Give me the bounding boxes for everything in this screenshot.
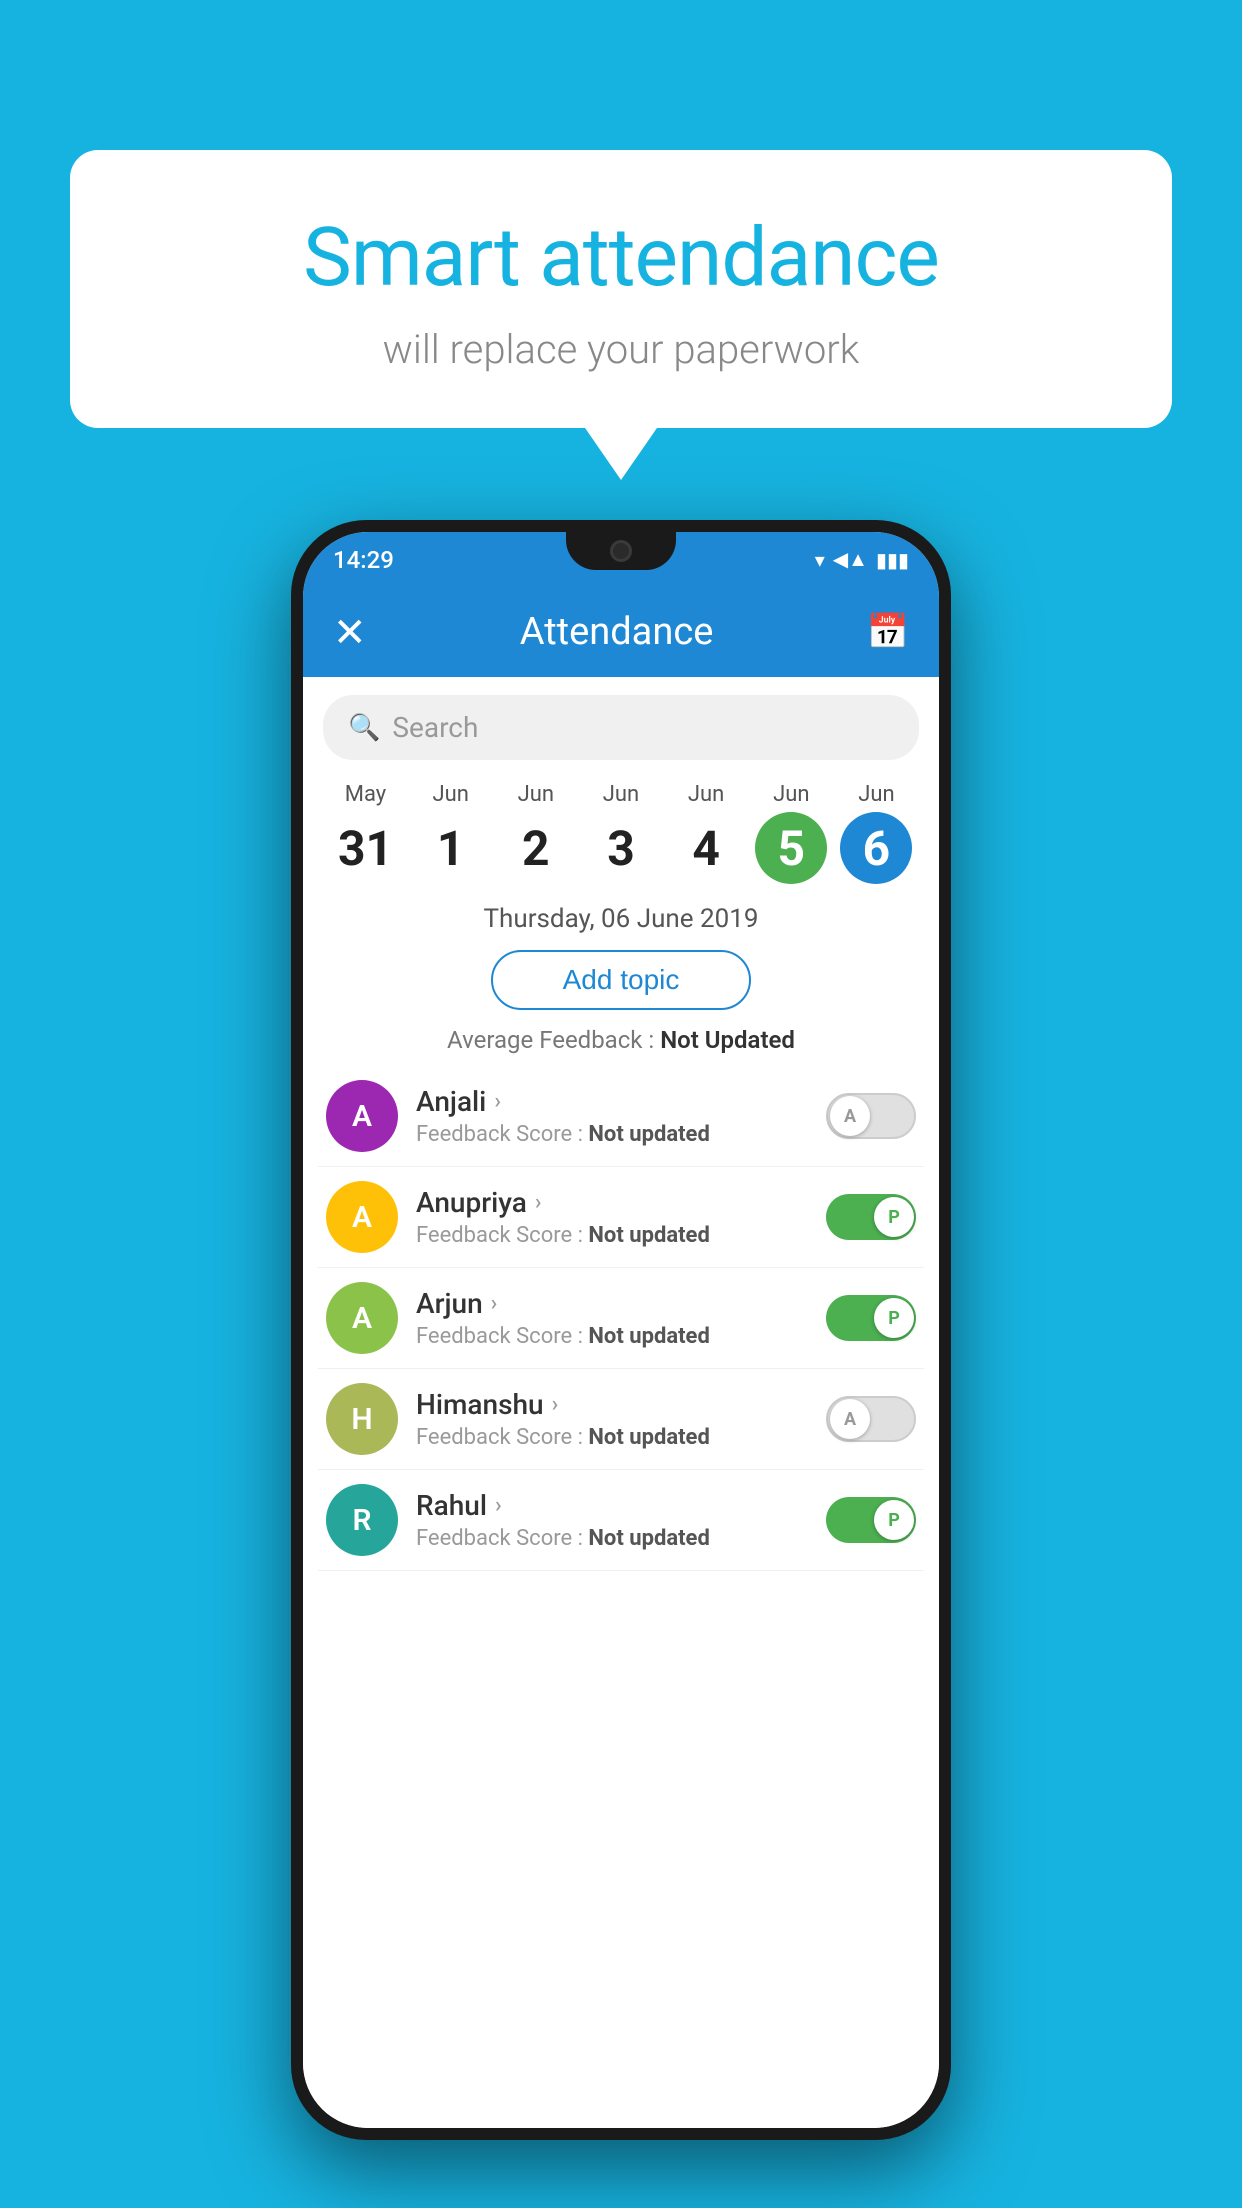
student-name[interactable]: Himanshu › bbox=[416, 1388, 808, 1421]
student-score: Feedback Score : Not updated bbox=[416, 1122, 808, 1147]
student-info: Himanshu › Feedback Score : Not updated bbox=[416, 1388, 808, 1450]
avatar: A bbox=[326, 1080, 398, 1152]
toggle-knob: A bbox=[830, 1096, 870, 1136]
chevron-right-icon: › bbox=[535, 1190, 542, 1215]
attendance-toggle[interactable]: A bbox=[826, 1093, 916, 1139]
avatar: A bbox=[326, 1282, 398, 1354]
date-day-2[interactable]: 2 bbox=[500, 812, 572, 884]
front-camera bbox=[610, 540, 632, 562]
app-bar-title: Attendance bbox=[520, 610, 714, 654]
date-day-5[interactable]: 5 bbox=[755, 812, 827, 884]
chevron-right-icon: › bbox=[494, 1089, 501, 1114]
date-day-1[interactable]: 1 bbox=[415, 812, 487, 884]
phone-screen: 14:29 ▾ ◀▲ ▮▮▮ ✕ Attendance 📅 🔍 Search bbox=[303, 532, 939, 2128]
student-score: Feedback Score : Not updated bbox=[416, 1324, 808, 1349]
toggle-knob: P bbox=[874, 1500, 914, 1540]
phone-wrapper: 14:29 ▾ ◀▲ ▮▮▮ ✕ Attendance 📅 🔍 Search bbox=[291, 520, 951, 2140]
student-info: Arjun › Feedback Score : Not updated bbox=[416, 1287, 808, 1349]
student-score: Feedback Score : Not updated bbox=[416, 1425, 808, 1450]
selected-date: Thursday, 06 June 2019 bbox=[303, 894, 939, 942]
phone-outer: 14:29 ▾ ◀▲ ▮▮▮ ✕ Attendance 📅 🔍 Search bbox=[291, 520, 951, 2140]
date-month-4: Jun bbox=[688, 782, 724, 807]
avg-feedback-label: Average Feedback : bbox=[447, 1026, 660, 1054]
avg-feedback-value: Not Updated bbox=[660, 1026, 795, 1054]
date-col-1[interactable]: Jun 1 bbox=[408, 782, 493, 884]
date-month-5: Jun bbox=[773, 782, 809, 807]
signal-icon: ◀▲ bbox=[833, 547, 868, 572]
student-name[interactable]: Rahul › bbox=[416, 1489, 808, 1522]
attendance-toggle[interactable]: A bbox=[826, 1396, 916, 1442]
attendance-toggle[interactable]: P bbox=[826, 1295, 916, 1341]
search-input[interactable]: Search bbox=[392, 711, 478, 744]
student-item[interactable]: H Himanshu › Feedback Score : Not updated A bbox=[318, 1369, 924, 1470]
speech-bubble: Smart attendance will replace your paper… bbox=[70, 150, 1172, 428]
toggle-knob: A bbox=[830, 1399, 870, 1439]
attendance-toggle[interactable]: P bbox=[826, 1194, 916, 1240]
add-topic-button[interactable]: Add topic bbox=[491, 950, 751, 1010]
date-month-1: Jun bbox=[432, 782, 468, 807]
date-month-6: Jun bbox=[858, 782, 894, 807]
date-col-0[interactable]: May 31 bbox=[323, 782, 408, 884]
date-day-4[interactable]: 4 bbox=[670, 812, 742, 884]
student-info: Rahul › Feedback Score : Not updated bbox=[416, 1489, 808, 1551]
date-col-4[interactable]: Jun 4 bbox=[664, 782, 749, 884]
date-col-3[interactable]: Jun 3 bbox=[578, 782, 663, 884]
app-content: 🔍 Search May 31 Jun 1 Jun 2 Jun 3 Jun 4 Jun 5 Jun 6 T… bbox=[303, 677, 939, 2128]
date-month-0: May bbox=[345, 782, 386, 807]
notch bbox=[566, 532, 676, 570]
date-month-2: Jun bbox=[518, 782, 554, 807]
student-item[interactable]: R Rahul › Feedback Score : Not updated P bbox=[318, 1470, 924, 1571]
close-button[interactable]: ✕ bbox=[333, 609, 367, 656]
date-month-3: Jun bbox=[603, 782, 639, 807]
student-item[interactable]: A Anjali › Feedback Score : Not updated A bbox=[318, 1066, 924, 1167]
status-icons: ▾ ◀▲ ▮▮▮ bbox=[815, 547, 909, 572]
search-icon: 🔍 bbox=[348, 713, 380, 743]
date-day-0[interactable]: 31 bbox=[330, 812, 402, 884]
date-scroller[interactable]: May 31 Jun 1 Jun 2 Jun 3 Jun 4 Jun 5 Jun 6 bbox=[303, 772, 939, 894]
student-name[interactable]: Anjali › bbox=[416, 1085, 808, 1118]
search-bar[interactable]: 🔍 Search bbox=[323, 695, 919, 760]
chevron-right-icon: › bbox=[495, 1493, 502, 1518]
avatar: R bbox=[326, 1484, 398, 1556]
toggle-knob: P bbox=[874, 1298, 914, 1338]
student-list: AAnjali ›Feedback Score : Not updatedAAA… bbox=[303, 1066, 939, 1571]
student-info: Anjali › Feedback Score : Not updated bbox=[416, 1085, 808, 1147]
battery-icon: ▮▮▮ bbox=[876, 548, 909, 572]
calendar-icon[interactable]: 📅 bbox=[867, 612, 909, 652]
student-score: Feedback Score : Not updated bbox=[416, 1526, 808, 1551]
date-day-6[interactable]: 6 bbox=[840, 812, 912, 884]
avatar: H bbox=[326, 1383, 398, 1455]
chevron-right-icon: › bbox=[491, 1291, 498, 1316]
status-time: 14:29 bbox=[333, 546, 394, 574]
wifi-icon: ▾ bbox=[815, 548, 825, 572]
toggle-knob: P bbox=[874, 1197, 914, 1237]
student-name[interactable]: Arjun › bbox=[416, 1287, 808, 1320]
student-info: Anupriya › Feedback Score : Not updated bbox=[416, 1186, 808, 1248]
chevron-right-icon: › bbox=[552, 1392, 559, 1417]
date-col-5[interactable]: Jun 5 bbox=[749, 782, 834, 884]
date-col-2[interactable]: Jun 2 bbox=[493, 782, 578, 884]
student-name[interactable]: Anupriya › bbox=[416, 1186, 808, 1219]
student-score: Feedback Score : Not updated bbox=[416, 1223, 808, 1248]
average-feedback: Average Feedback : Not Updated bbox=[303, 1018, 939, 1066]
student-item[interactable]: A Anupriya › Feedback Score : Not updated P bbox=[318, 1167, 924, 1268]
student-item[interactable]: A Arjun › Feedback Score : Not updated P bbox=[318, 1268, 924, 1369]
avatar: A bbox=[326, 1181, 398, 1253]
attendance-toggle[interactable]: P bbox=[826, 1497, 916, 1543]
app-bar: ✕ Attendance 📅 bbox=[303, 587, 939, 677]
date-col-6[interactable]: Jun 6 bbox=[834, 782, 919, 884]
bubble-title: Smart attendance bbox=[120, 210, 1122, 306]
date-day-3[interactable]: 3 bbox=[585, 812, 657, 884]
bubble-subtitle: will replace your paperwork bbox=[120, 326, 1122, 373]
